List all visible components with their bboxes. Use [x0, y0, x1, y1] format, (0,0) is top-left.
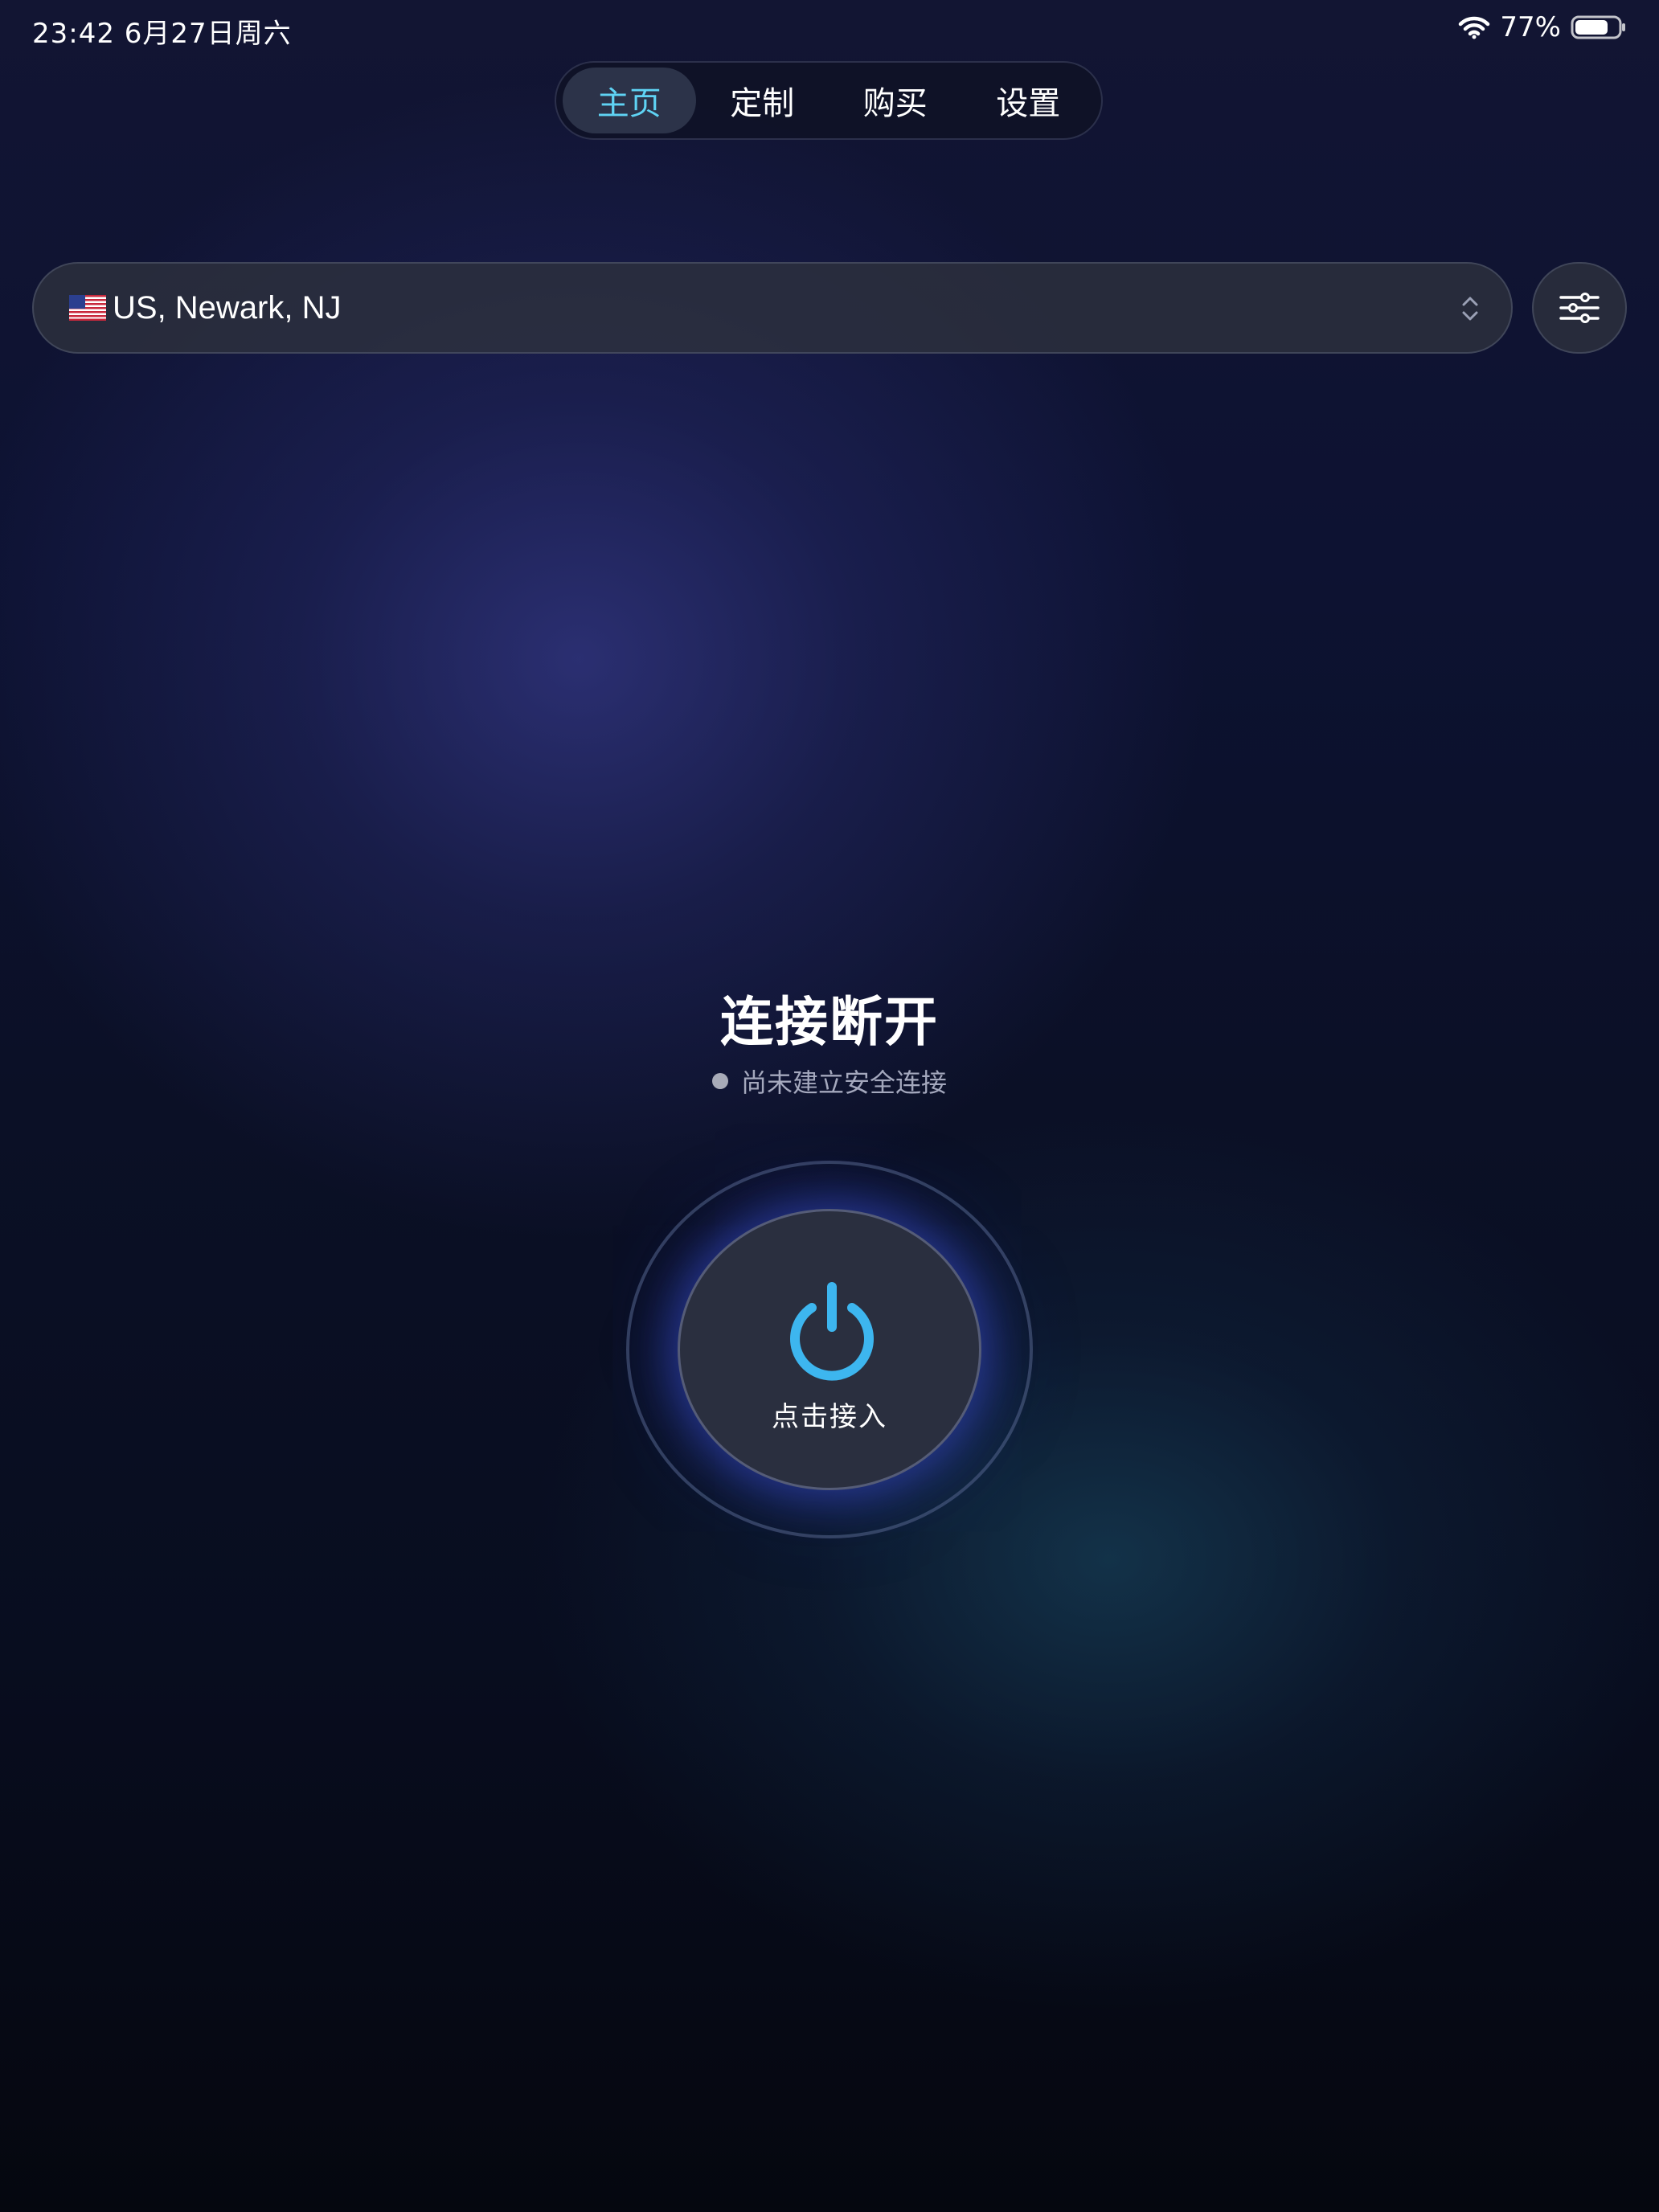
tab-customize[interactable]: 定制 [696, 68, 830, 133]
location-label: US, Newark, NJ [113, 289, 342, 326]
connection-status-text: 尚未建立安全连接 [740, 1067, 947, 1098]
us-flag-icon [69, 295, 106, 321]
connect-button-label: 点击接入 [772, 1401, 887, 1433]
tab-purchase[interactable]: 购买 [829, 68, 962, 133]
connection-status-subtitle: 尚未建立安全连接 [0, 1063, 1659, 1100]
wifi-icon [1459, 16, 1490, 39]
filter-settings-button[interactable] [1532, 262, 1627, 354]
status-time-date: 23:42 6月27日周六 [32, 18, 292, 50]
location-selector[interactable]: US, Newark, NJ [32, 262, 1513, 354]
tab-home[interactable]: 主页 [563, 68, 696, 133]
segmented-tab-bar: 主页 定制 购买 设置 [555, 61, 1103, 140]
connection-status-title: 连接断开 [720, 991, 939, 1053]
battery-icon [1571, 15, 1625, 39]
status-bar: 23:42 6月27日周六 77% [0, 0, 1659, 61]
location-row: US, Newark, NJ [32, 262, 1627, 354]
battery-percent: 77% [1500, 11, 1561, 43]
status-indicators: 77% [1458, 11, 1627, 43]
status-dot-icon [711, 1073, 728, 1089]
chevron-up-down-icon [1462, 297, 1478, 321]
tab-settings[interactable]: 设置 [962, 68, 1096, 133]
connect-power-button[interactable]: 点击接入 [678, 1209, 981, 1490]
power-icon [790, 1282, 874, 1381]
sliders-icon [1559, 293, 1600, 323]
